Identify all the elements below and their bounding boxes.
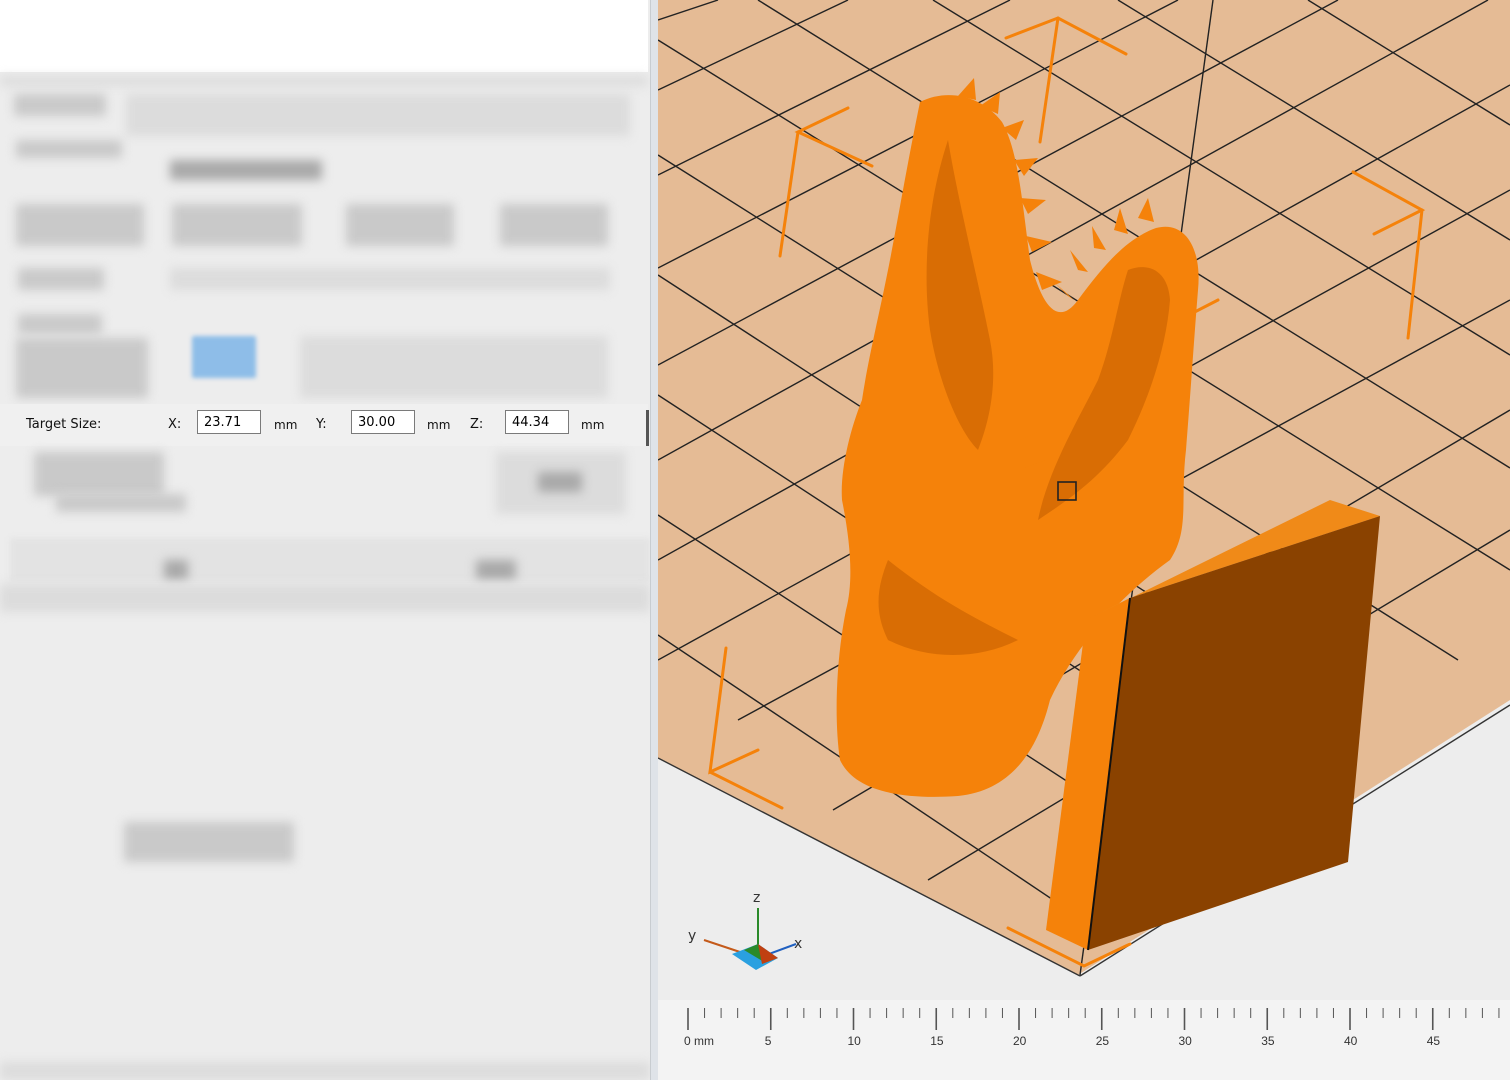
ruler-label: 20 (1013, 1034, 1027, 1048)
settings-panel: Target Size: X: mm Y: mm Z: mm (0, 0, 650, 1080)
ruler-label: 0 mm (684, 1034, 714, 1048)
x-axis-label: X: (168, 417, 182, 432)
gizmo-z-label: z (753, 890, 761, 906)
obscured-field[interactable] (346, 204, 454, 246)
z-unit-label: mm (581, 418, 605, 432)
ruler-label: 25 (1095, 1034, 1110, 1048)
obscured-header-strip (0, 76, 648, 86)
gizmo-y-label: y (688, 928, 697, 944)
obscured-checkbox-label[interactable] (34, 452, 164, 496)
y-unit-label: mm (427, 418, 451, 432)
obscured-button-text (538, 472, 582, 492)
obscured-title-bar (126, 94, 630, 136)
obscured-field[interactable] (172, 204, 302, 246)
obscured-label (16, 204, 144, 246)
ruler-label: 35 (1261, 1034, 1275, 1048)
target-size-x-input[interactable] (197, 410, 261, 434)
obscured-label (16, 338, 148, 398)
target-size-label: Target Size: (26, 417, 102, 432)
x-unit-label: mm (274, 418, 298, 432)
panel-edge-marker (646, 410, 649, 446)
target-size-y-input[interactable] (351, 410, 415, 434)
z-axis-label: Z: (470, 417, 484, 432)
obscured-separator (0, 584, 650, 612)
obscured-status-bar (0, 1062, 650, 1080)
obscured-icon[interactable] (476, 560, 516, 580)
axis-gizmo (703, 908, 797, 970)
obscured-label (18, 268, 104, 290)
ruler-label: 45 (1426, 1034, 1441, 1048)
obscured-field[interactable] (500, 204, 608, 246)
obscured-section-label (18, 314, 102, 334)
obscured-icon[interactable] (164, 560, 188, 580)
obscured-label (56, 494, 186, 512)
panel-splitter[interactable] (650, 0, 658, 1080)
3d-viewport[interactable]: z y x (658, 0, 1510, 1080)
obscured-tab[interactable] (14, 94, 106, 116)
obscured-values-row (170, 268, 610, 290)
gizmo-x-label: x (794, 936, 803, 952)
target-size-z-input[interactable] (505, 410, 569, 434)
measurement-ruler: 0 mm 5 10 15 20 25 30 35 40 45 (658, 1000, 1510, 1080)
obscured-dropdown[interactable] (170, 160, 322, 180)
obscured-action-bar (10, 538, 650, 582)
obscured-label (16, 140, 122, 158)
target-size-row: Target Size: X: mm Y: mm Z: mm (0, 404, 648, 446)
ruler-ticks (687, 1008, 1500, 1030)
ruler-label: 40 (1344, 1034, 1358, 1048)
viewport-canvas[interactable] (658, 0, 1510, 1000)
obscured-fields[interactable] (300, 336, 608, 398)
y-axis-label: Y: (316, 417, 327, 432)
ruler-label: 5 (764, 1034, 772, 1048)
obscured-selected-field[interactable] (192, 336, 256, 378)
toolbar-area (0, 0, 648, 72)
ruler-label: 30 (1178, 1034, 1192, 1048)
ruler-label: 10 (847, 1034, 861, 1048)
ruler-label: 15 (930, 1034, 944, 1048)
obscured-message (124, 822, 294, 862)
